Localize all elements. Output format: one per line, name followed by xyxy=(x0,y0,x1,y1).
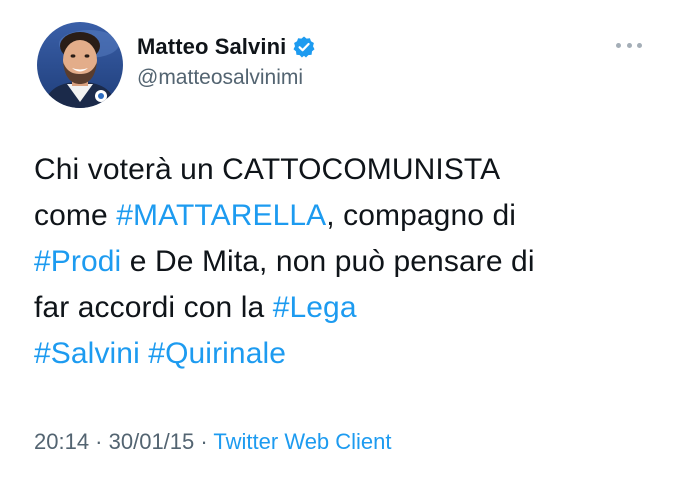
hashtag-link[interactable]: #Salvini xyxy=(34,337,140,370)
tweet-text-segment: , compagno di xyxy=(326,199,517,232)
name-row: Matteo Salvini xyxy=(137,33,316,61)
tweet-text-segment: Chi voterà un CATTOCOMUNISTA xyxy=(34,153,501,186)
tweet-text-line: Chi voterà un CATTOCOMUNISTA xyxy=(34,147,654,193)
meta-separator: · xyxy=(194,429,214,454)
tweet-time[interactable]: 20:14 xyxy=(34,429,89,454)
tweet-text-line: come #MATTARELLA, compagno di xyxy=(34,193,654,239)
more-horizontal-icon[interactable] xyxy=(616,38,642,52)
hashtag-link[interactable]: #MATTARELLA xyxy=(116,199,326,232)
tweet-text-segment: far accordi con la xyxy=(34,291,273,324)
hashtag-link[interactable]: #Lega xyxy=(273,291,357,324)
avatar-image xyxy=(37,22,123,108)
tweet-text-line: far accordi con la #Lega xyxy=(34,285,654,331)
tweet-metadata: 20:14 · 30/01/15 · Twitter Web Client xyxy=(34,429,392,455)
tweet-author: Matteo Salvini @matteosalvinimi xyxy=(137,33,316,90)
avatar[interactable] xyxy=(37,22,123,108)
tweet-text-segment: come xyxy=(34,199,117,232)
tweet-date[interactable]: 30/01/15 xyxy=(109,429,195,454)
hashtag-link[interactable]: #Prodi xyxy=(34,245,121,278)
tweet-text-line: #Prodi e De Mita, non può pensare di xyxy=(34,239,654,285)
hashtag-link[interactable]: #Quirinale xyxy=(148,337,286,370)
tweet-text: Chi voterà un CATTOCOMUNISTA come #MATTAR… xyxy=(34,147,654,377)
tweet-text-line: #Salvini #Quirinale xyxy=(34,331,654,377)
more-dot xyxy=(616,42,621,48)
meta-separator: · xyxy=(89,429,109,454)
user-handle[interactable]: @matteosalvinimi xyxy=(137,66,316,90)
more-dot xyxy=(637,42,642,48)
tweet-card: Matteo Salvini @matteosalvinimi Chi vote… xyxy=(0,0,680,480)
display-name[interactable]: Matteo Salvini xyxy=(137,34,286,60)
more-dot xyxy=(626,42,632,48)
tweet-text-segment: e De Mita, non può pensare di xyxy=(121,245,535,278)
verified-badge-icon xyxy=(292,35,316,59)
tweet-source-link[interactable]: Twitter Web Client xyxy=(213,429,391,454)
